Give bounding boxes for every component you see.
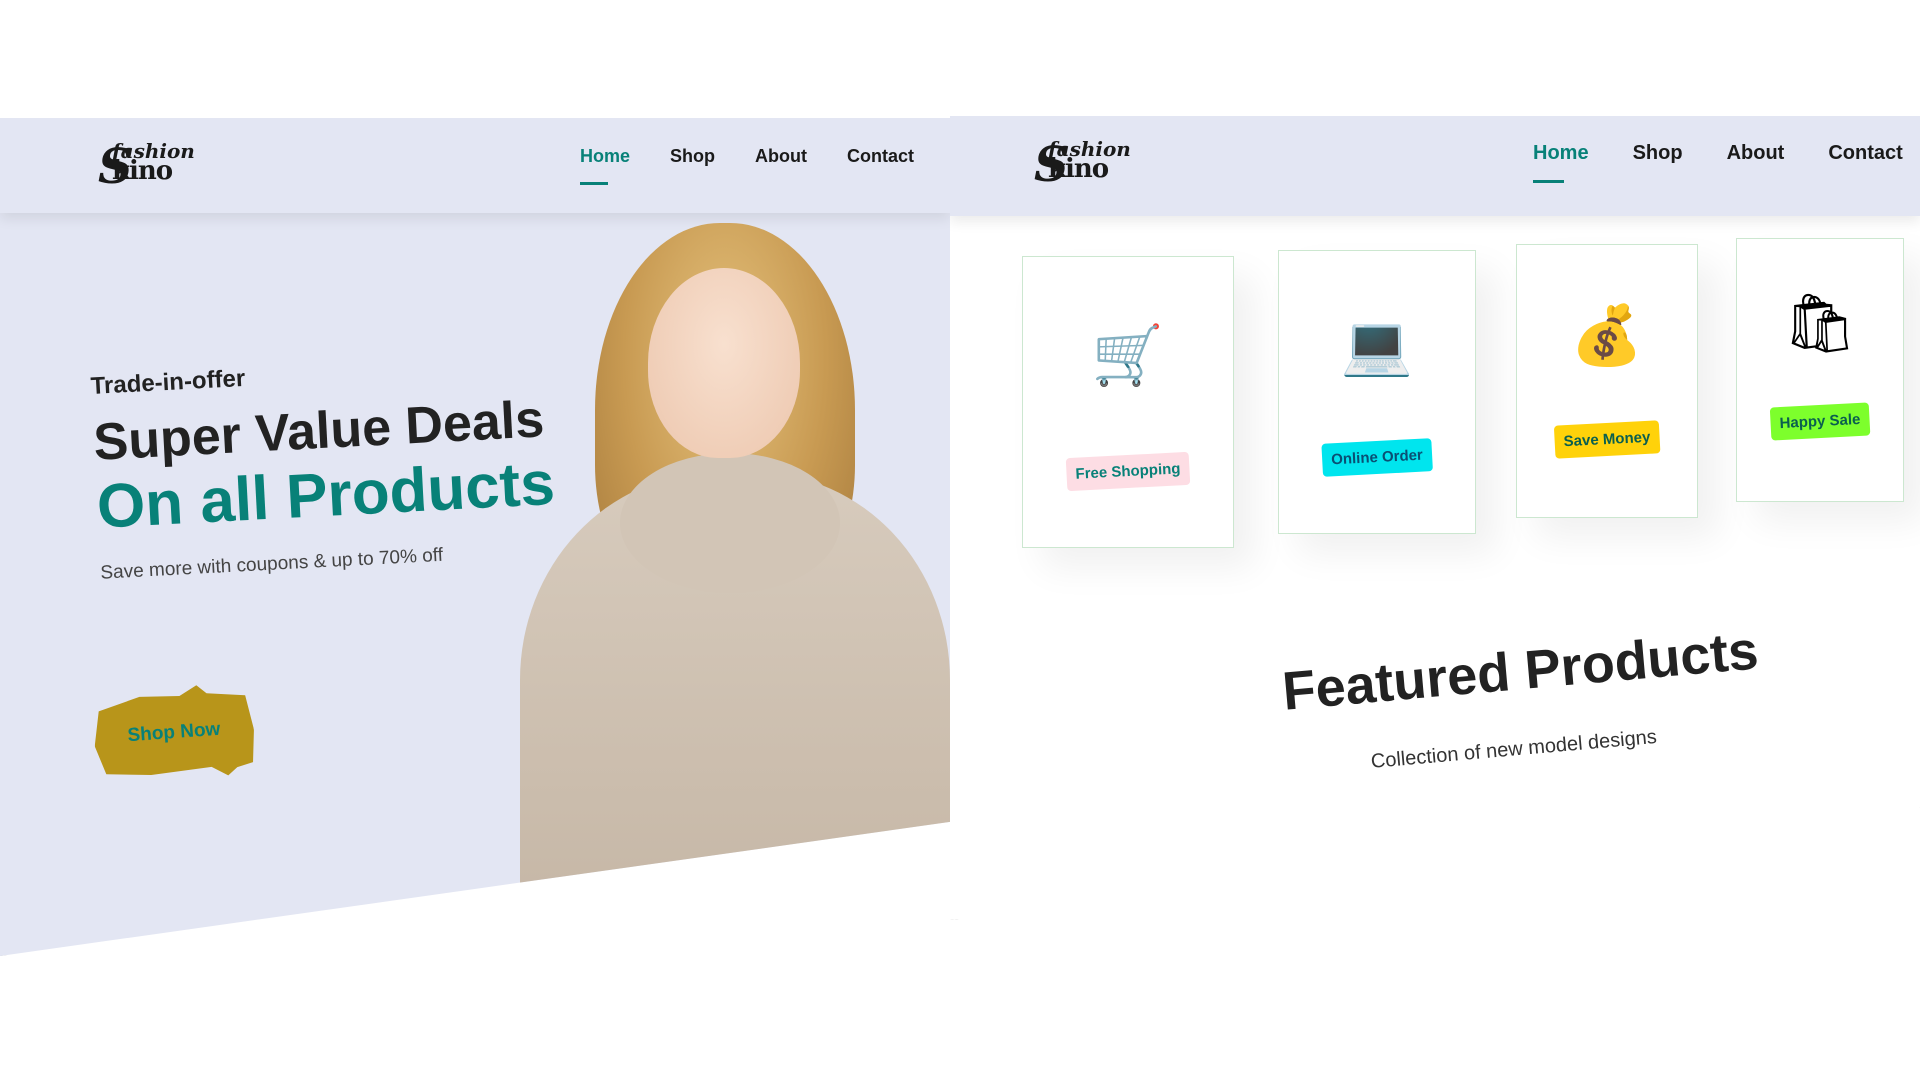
logo-initial: S	[98, 139, 133, 195]
feature-label: Free Shopping	[1065, 451, 1191, 492]
feature-card-online-order[interactable]: 💻 Online Order	[1278, 250, 1476, 534]
navbar: S fashion kino Home Shop About Contact	[950, 116, 1920, 216]
navbar: S fashion kino Home Shop About Contact	[0, 118, 950, 213]
feature-label: Save Money	[1553, 420, 1661, 459]
model-collar	[620, 453, 840, 593]
features-page-screenshot: S fashion kino Home Shop About Contact 🛒…	[950, 116, 1920, 920]
hero-page-screenshot: S fashion kino Home Shop About Contact T…	[0, 118, 950, 956]
nav-home-link[interactable]: Home	[580, 146, 630, 185]
feature-card-save-money[interactable]: 💰 Save Money	[1516, 244, 1698, 518]
feature-label: Online Order	[1321, 438, 1433, 477]
hero-text-block: Trade-in-offer Super Value Deals On all …	[90, 349, 559, 585]
model-photo	[520, 223, 950, 933]
nav-home-link[interactable]: Home	[1533, 142, 1589, 183]
feature-card-happy-sale[interactable]: 🛍 Happy Sale	[1736, 238, 1904, 502]
nav-about-link[interactable]: About	[755, 146, 807, 167]
hero-subtext: Save more with coupons & up to 70% off	[99, 545, 444, 585]
brand-logo[interactable]: S fashion kino	[1034, 139, 1131, 189]
cart-icon: 🛒	[1091, 323, 1165, 388]
shopping-bags-icon: 🛍	[1783, 291, 1857, 356]
nav-shop-link[interactable]: Shop	[1633, 142, 1683, 165]
feature-card-free-shopping[interactable]: 🛒 Free Shopping	[1022, 256, 1234, 548]
section-subtitle: Collection of new model designs	[1370, 726, 1658, 773]
nav-shop-link[interactable]: Shop	[670, 146, 715, 167]
nav-contact-link[interactable]: Contact	[847, 146, 914, 167]
shop-now-button[interactable]: Shop Now	[91, 680, 257, 787]
coins-icon: 💰	[1570, 303, 1644, 368]
section-title: Featured Products	[1280, 620, 1761, 722]
model-face	[648, 268, 800, 458]
feature-label: Happy Sale	[1769, 402, 1871, 441]
nav-contact-link[interactable]: Contact	[1828, 142, 1902, 165]
nav-about-link[interactable]: About	[1727, 142, 1785, 165]
laptop-icon: 💻	[1340, 313, 1414, 378]
logo-initial: S	[1034, 137, 1069, 193]
nav-menu: Home Shop About Contact	[1533, 142, 1920, 183]
nav-menu: Home Shop About Contact	[580, 146, 950, 185]
brand-logo[interactable]: S fashion kino	[98, 141, 195, 191]
